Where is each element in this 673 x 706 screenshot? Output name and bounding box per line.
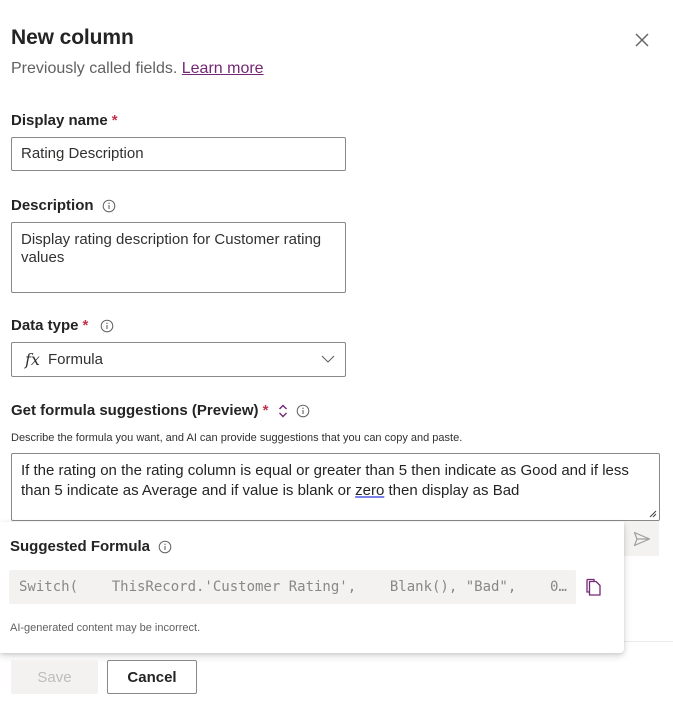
page-subtitle: Previously called fields. Learn more [11,60,264,78]
suggested-formula-title: Suggested Formula [10,538,172,555]
learn-more-link[interactable]: Learn more [182,60,264,77]
info-icon[interactable] [100,319,114,333]
suggested-formula-code: Switch( ThisRecord.'Customer Rating', Bl… [9,570,576,604]
formula-suggestions-label: Get formula suggestions (Preview) * [11,402,310,419]
data-type-label: Data type * [11,317,114,334]
formula-suggestions-label-text: Get formula suggestions (Preview) [11,402,259,419]
prompt-text: If the rating on the rating column is eq… [21,462,629,499]
data-type-dropdown[interactable]: fx Formula [11,342,346,377]
page-title: New column [11,26,134,49]
sparkle-expand-icon[interactable] [278,404,288,418]
required-mark: * [262,402,269,419]
data-type-selected: Formula [47,351,103,368]
display-name-label-text: Display name [11,112,108,129]
subtitle-text: Previously called fields. [11,60,178,77]
info-icon[interactable] [158,540,172,554]
copy-icon [586,578,601,596]
resize-grip-icon[interactable] [649,510,657,518]
description-textarea[interactable]: Display rating description for Customer … [11,222,346,293]
info-icon[interactable] [296,404,310,418]
info-icon[interactable] [102,199,116,213]
suggested-formula-popup: Suggested Formula Switch( ThisRecord.'Cu… [0,522,624,653]
copy-button[interactable] [584,577,604,597]
chevron-down-icon [321,355,335,363]
formula-prompt-textarea[interactable]: If the rating on the rating column is eq… [11,453,660,521]
send-icon [633,531,650,546]
display-name-input[interactable]: Rating Description [11,137,346,171]
formula-fx-icon: fx [25,350,40,369]
formula-hint: Describe the formula you want, and AI ca… [11,432,463,444]
display-name-label: Display name * [11,112,118,129]
description-label: Description [11,197,116,214]
ai-disclaimer: AI-generated content may be incorrect. [10,622,201,634]
suggested-formula-title-text: Suggested Formula [10,538,151,555]
close-button[interactable] [632,30,652,50]
required-mark: * [111,112,118,129]
data-type-label-text: Data type [11,317,79,334]
prompt-text-end: then display as Bad [384,482,520,499]
save-button[interactable]: Save [11,660,98,694]
description-label-text: Description [11,197,94,214]
cancel-button[interactable]: Cancel [107,660,197,694]
send-button[interactable] [624,521,659,556]
spellcheck-word: zero [355,482,385,499]
required-mark: * [82,317,89,334]
close-icon [635,33,649,47]
